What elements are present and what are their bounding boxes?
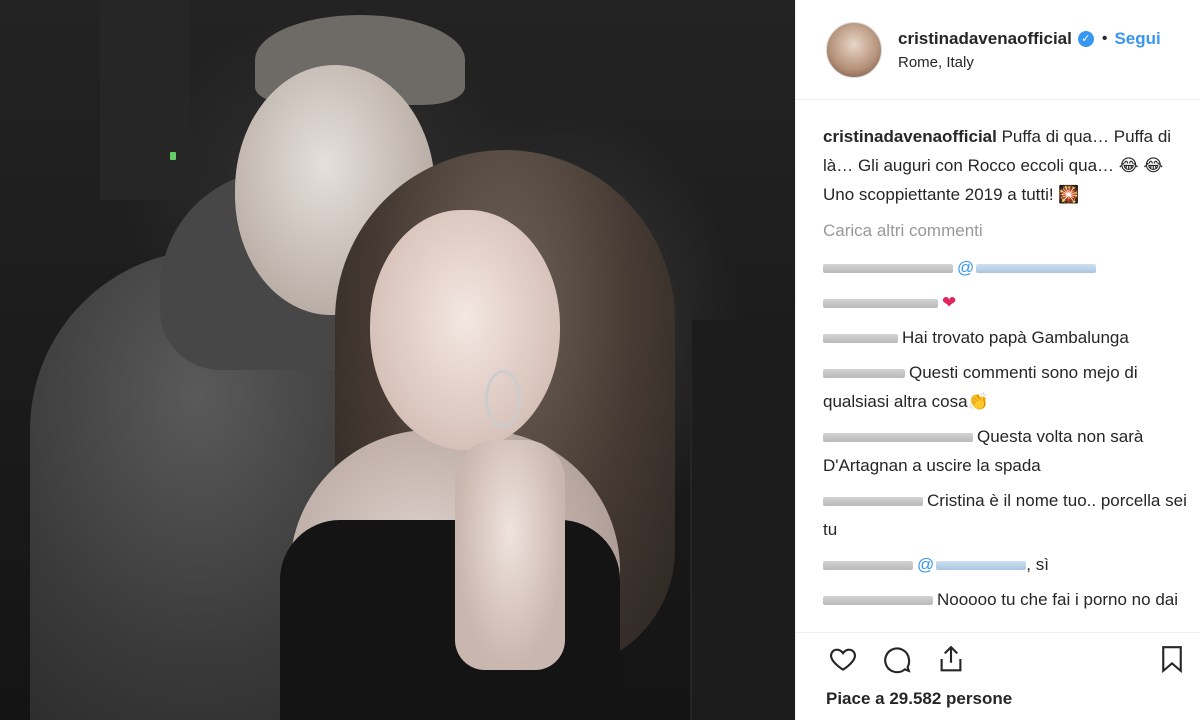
photo-peace-sign-hand	[455, 440, 565, 670]
comment-items: @ ❤ Hai trovato papà Gambalunga Questi comm…	[823, 253, 1188, 620]
photo-woman-top	[280, 520, 620, 720]
redacted-username[interactable]	[823, 433, 973, 443]
comment-item: Cristina è il nome tuo.. porcella sei tu	[823, 486, 1188, 544]
comment-item: Questa volta non sarà D'Artagnan a uscir…	[823, 422, 1188, 480]
post-photo[interactable]	[0, 0, 795, 720]
verified-badge-icon: ✓	[1077, 30, 1094, 47]
post-caption: cristinadavenaofficial Puffa di qua… Puf…	[823, 122, 1188, 209]
redacted-username[interactable]	[823, 497, 923, 507]
comment-suffix: ❤	[942, 293, 957, 312]
photo-background-panel	[690, 320, 795, 720]
caption-username[interactable]: cristinadavenaofficial	[823, 127, 997, 146]
comments-list[interactable]: cristinadavenaofficial Puffa di qua… Puf…	[796, 100, 1200, 620]
location-link[interactable]: Rome, Italy	[898, 54, 1161, 71]
action-icons	[826, 633, 1200, 685]
comment-icon[interactable]	[880, 642, 914, 676]
redacted-username[interactable]	[823, 299, 938, 309]
comment-item: ❤	[823, 288, 1188, 317]
comment-item: @	[823, 253, 1188, 282]
redacted-username[interactable]	[823, 264, 953, 274]
header-row: cristinadavenaofficial ✓ • Segui	[898, 29, 1161, 49]
post-side-panel: cristinadavenaofficial ✓ • Segui Rome, I…	[795, 0, 1200, 720]
redacted-username[interactable]	[823, 369, 905, 379]
comment-item: Hai trovato papà Gambalunga	[823, 323, 1188, 352]
photo-background-panel	[100, 0, 190, 200]
photo-led-light	[170, 152, 176, 160]
post-header: cristinadavenaofficial ✓ • Segui Rome, I…	[796, 0, 1200, 100]
mention-at-symbol: @	[957, 258, 975, 277]
avatar[interactable]	[826, 21, 882, 78]
photo-earring	[485, 370, 521, 428]
post-actions: Piace a 29.582 persone	[796, 632, 1200, 720]
header-info: cristinadavenaofficial ✓ • Segui Rome, I…	[898, 29, 1161, 71]
comment-text: Hai trovato papà Gambalunga	[902, 328, 1129, 347]
photo-woman-face	[370, 210, 560, 450]
post-modal: cristinadavenaofficial ✓ • Segui Rome, I…	[0, 0, 1200, 720]
heart-icon[interactable]	[826, 642, 860, 676]
redacted-username[interactable]	[823, 561, 913, 571]
follow-button[interactable]: Segui	[1114, 29, 1160, 49]
separator-dot: •	[1101, 29, 1108, 47]
comment-suffix: , sì	[1026, 555, 1049, 574]
redacted-username[interactable]	[823, 596, 933, 606]
mention-at-symbol: @	[917, 555, 935, 574]
username-link[interactable]: cristinadavenaofficial	[898, 29, 1072, 49]
load-more-comments-button[interactable]: Carica altri commenti	[823, 221, 1188, 241]
comment-item: Nooooo tu che fai i porno no dai sei la …	[823, 585, 1188, 620]
share-icon[interactable]	[934, 642, 968, 676]
comment-item: Questi commenti sono mejo di qualsiasi a…	[823, 358, 1188, 416]
redacted-username[interactable]	[823, 334, 898, 344]
comment-item: @ , sì	[823, 550, 1188, 579]
bookmark-icon[interactable]	[1155, 642, 1189, 676]
likes-count[interactable]: Piace a 29.582 persone	[826, 689, 1200, 709]
redacted-mention[interactable]	[936, 561, 1027, 571]
redacted-mention[interactable]	[976, 264, 1097, 274]
